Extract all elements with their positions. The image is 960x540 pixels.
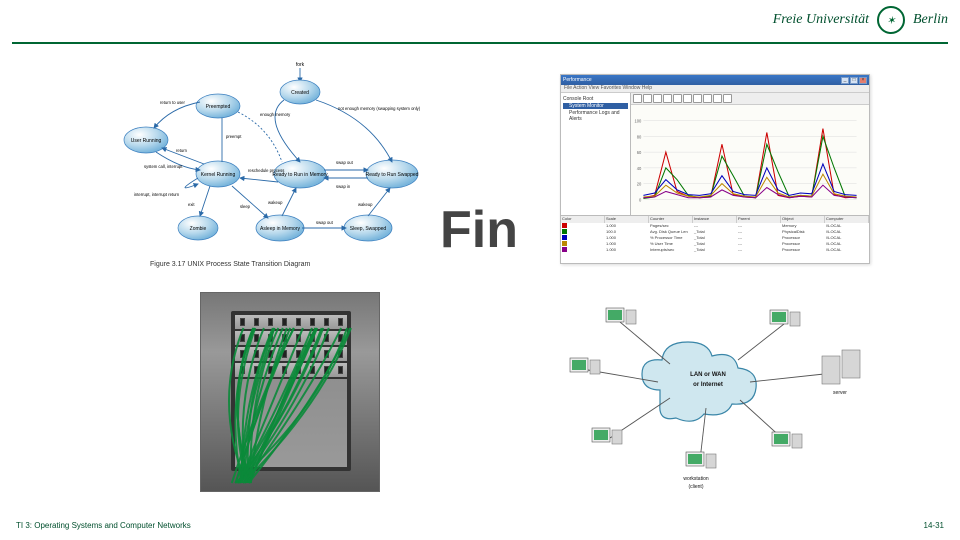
chart-area: 100 80 60 40 20 0 xyxy=(631,105,869,215)
svg-text:return to user: return to user xyxy=(160,100,186,105)
svg-text:swap out: swap out xyxy=(316,220,334,225)
svg-text:swap out: swap out xyxy=(336,160,354,165)
svg-text:system call, interrupt: system call, interrupt xyxy=(144,164,183,169)
header-rule xyxy=(12,42,948,44)
process-state-diagram: fork Created Preempted User Running Kern… xyxy=(110,58,440,268)
svg-text:0: 0 xyxy=(639,197,642,202)
node-created: Created xyxy=(291,90,309,96)
svg-text:wakeup: wakeup xyxy=(268,200,283,205)
toolbar-button[interactable] xyxy=(663,94,672,103)
nav-tree[interactable]: Console Root System Monitor Performance … xyxy=(561,93,631,215)
university-seal-icon: ✶ xyxy=(877,6,905,34)
perfmon-window: Performance _ □ × File Action View Favor… xyxy=(560,74,870,264)
counter-columns: ColorScaleCounterInstanceParentObjectCom… xyxy=(561,215,869,223)
toolbar-button[interactable] xyxy=(683,94,692,103)
tree-sysmon[interactable]: System Monitor xyxy=(563,103,628,109)
close-button[interactable]: × xyxy=(859,77,867,84)
minimize-button[interactable]: _ xyxy=(841,77,849,84)
titlebar: Performance _ □ × xyxy=(561,75,869,85)
svg-text:20: 20 xyxy=(637,182,642,187)
menu-bar[interactable]: File Action View Favorites Window Help xyxy=(561,85,869,93)
node-preempted: Preempted xyxy=(206,104,231,110)
toolbar-button[interactable] xyxy=(653,94,662,103)
cloud-label-1: LAN or WAN xyxy=(690,372,726,378)
svg-text:swap in: swap in xyxy=(336,184,351,189)
svg-text:60: 60 xyxy=(637,150,642,155)
workstation-icon xyxy=(772,432,802,448)
server-icon xyxy=(822,350,860,384)
footer-course: TI 3: Operating Systems and Computer Net… xyxy=(16,521,191,530)
svg-text:40: 40 xyxy=(637,166,642,171)
window-title: Performance xyxy=(563,77,592,83)
toolbar-button[interactable] xyxy=(673,94,682,103)
node-sleep-swapped: Sleep, Swapped xyxy=(350,226,387,232)
tree-logs[interactable]: Performance Logs and Alerts xyxy=(563,110,628,122)
workstation-icon xyxy=(770,310,800,326)
toolbar-button[interactable] xyxy=(693,94,702,103)
toolbar-button[interactable] xyxy=(643,94,652,103)
slide-title: Fin xyxy=(440,200,518,260)
university-name-right: Berlin xyxy=(913,12,948,28)
maximize-button[interactable]: □ xyxy=(850,77,858,84)
toolbar-button[interactable] xyxy=(633,94,642,103)
svg-text:80: 80 xyxy=(637,134,642,139)
workstation-icon xyxy=(592,428,622,444)
svg-text:exit: exit xyxy=(188,202,195,207)
workstation-icon xyxy=(606,308,636,324)
network-diagram: LAN or WAN or Internet workstation (clie… xyxy=(540,300,890,510)
node-zombie: Zombie xyxy=(190,226,207,232)
university-name-left: Freie Universität xyxy=(773,12,869,28)
svg-text:enough memory: enough memory xyxy=(260,112,291,117)
toolbar-button[interactable] xyxy=(713,94,722,103)
node-ready-swapped: Ready to Run Swapped xyxy=(366,172,419,178)
client-label: (client) xyxy=(688,484,703,490)
svg-text:100: 100 xyxy=(634,119,642,124)
node-asleep-memory: Asleep in Memory xyxy=(260,226,301,232)
diagram-caption: Figure 3.17 UNIX Process State Transitio… xyxy=(150,261,310,268)
server-label: server xyxy=(833,390,847,396)
svg-text:reschedule process: reschedule process xyxy=(248,168,284,173)
cloud-label-2: or Internet xyxy=(693,382,723,388)
footer-page: 14-31 xyxy=(924,521,944,530)
toolbar-button[interactable] xyxy=(723,94,732,103)
toolbar-button[interactable] xyxy=(703,94,712,103)
svg-text:wakeup: wakeup xyxy=(358,202,373,207)
toolbar xyxy=(631,93,869,105)
node-kernel-running: Kernel Running xyxy=(201,172,236,178)
workstation-icon xyxy=(570,358,600,374)
counter-rows[interactable]: 1.000Pages/sec------Memory\\LOCAL100.0Av… xyxy=(561,223,869,263)
svg-text:sleep: sleep xyxy=(240,204,251,209)
node-user-running: User Running xyxy=(131,138,162,144)
workstation-icon xyxy=(686,452,716,468)
svg-text:return: return xyxy=(176,148,188,153)
counter-row[interactable]: 1.000Interrupts/sec_Total---Processor\\L… xyxy=(561,247,869,253)
server-rack-photo xyxy=(200,292,380,492)
node-fork-label: fork xyxy=(296,62,305,68)
workstation-label: workstation xyxy=(683,476,709,482)
svg-text:interrupt, interrupt return: interrupt, interrupt return xyxy=(134,192,180,197)
svg-text:preempt: preempt xyxy=(226,134,242,139)
svg-text:not enough memory (swapping sy: not enough memory (swapping system only) xyxy=(338,106,421,111)
tree-root[interactable]: Console Root xyxy=(563,96,628,102)
header: Freie Universität ✶ Berlin xyxy=(773,6,948,34)
